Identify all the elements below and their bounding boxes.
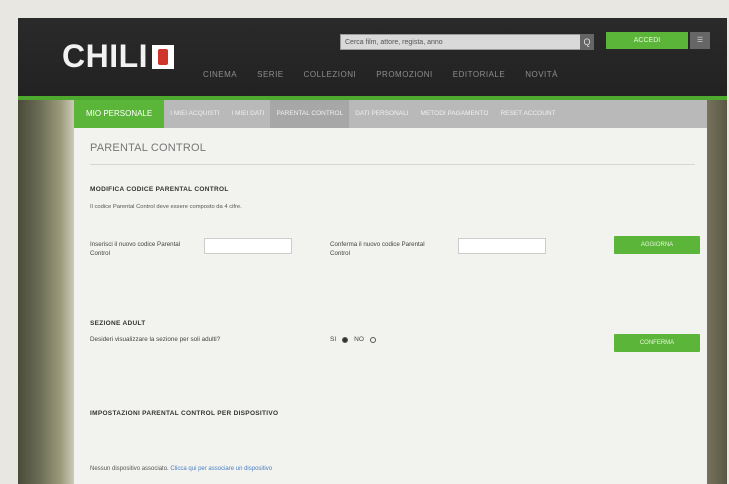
radio-no-label: NO xyxy=(354,336,364,343)
confirm-button[interactable]: CONFERMA xyxy=(614,334,700,352)
divider xyxy=(90,164,695,165)
new-code-input[interactable] xyxy=(204,238,292,254)
nav-item-editoriale[interactable]: EDITORIALE xyxy=(453,70,505,79)
parental-control-panel: PARENTAL CONTROL MODIFICA CODICE PARENTA… xyxy=(74,128,707,484)
tab-mio-personale[interactable]: MIO PERSONALE xyxy=(74,100,165,128)
radio-no[interactable] xyxy=(369,336,376,343)
tab-dati[interactable]: I MIEI DATI xyxy=(225,100,270,128)
associate-device-link[interactable]: Clicca qui per associare un dispositivo xyxy=(170,466,272,472)
search-icon[interactable]: Q xyxy=(580,34,594,50)
menu-icon[interactable]: ☰ xyxy=(690,32,710,49)
chili-logo[interactable]: CHILI xyxy=(62,38,175,75)
new-code-label: Inserisci il nuovo codice Parental Contr… xyxy=(90,241,181,257)
nav-item-promozioni[interactable]: PROMOZIONI xyxy=(376,70,433,79)
radio-yes-label: SI xyxy=(330,336,337,343)
tab-reset-account[interactable]: RESET ACCOUNT xyxy=(494,100,561,128)
devices-footer: Nessun dispositivo associato. Clicca qui… xyxy=(90,466,272,472)
tab-metodi-pagamento[interactable]: METODI PAGAMENTO xyxy=(415,100,495,128)
section-heading-adult: SEZIONE ADULT xyxy=(90,320,146,327)
login-button[interactable]: ACCEDI xyxy=(606,32,688,49)
tab-parental-control[interactable]: PARENTAL CONTROL xyxy=(270,100,350,128)
nav-item-serie[interactable]: SERIE xyxy=(257,70,284,79)
devices-footer-text: Nessun dispositivo associato. xyxy=(90,466,169,472)
section-heading-change-code: MODIFICA CODICE PARENTAL CONTROL xyxy=(90,186,229,193)
logo-mark-icon xyxy=(152,44,175,69)
top-bar: CHILI Cerca film, attore, regista, anno … xyxy=(18,18,727,96)
radio-yes[interactable] xyxy=(342,336,349,343)
adult-question: Desideri visualizzare la sezione per sol… xyxy=(90,336,221,343)
browser-frame: CHILI Cerca film, attore, regista, anno … xyxy=(18,18,727,484)
tab-dati-personali[interactable]: DATI PERSONALI xyxy=(349,100,414,128)
confirm-code-input[interactable] xyxy=(458,238,546,254)
nav-item-collezioni[interactable]: COLLEZIONI xyxy=(304,70,357,79)
main-nav: CINEMA SERIE COLLEZIONI PROMOZIONI EDITO… xyxy=(203,70,558,79)
account-tabs: MIO PERSONALE I MIEI ACQUISTI I MIEI DAT… xyxy=(74,100,707,128)
confirm-code-label: Conferma il nuovo codice Parental Contro… xyxy=(330,241,425,257)
nav-item-cinema[interactable]: CINEMA xyxy=(203,70,237,79)
logo-text: CHILI xyxy=(62,38,149,74)
update-button[interactable]: AGGIORNA xyxy=(614,236,700,254)
section-heading-devices: IMPOSTAZIONI PARENTAL CONTROL PER DISPOS… xyxy=(90,410,279,417)
adult-radio-group: SI NO xyxy=(330,336,376,343)
code-note: Il codice Parental Control deve essere c… xyxy=(90,204,242,210)
search-input[interactable]: Cerca film, attore, regista, anno xyxy=(340,34,584,50)
page-title: PARENTAL CONTROL xyxy=(90,142,207,154)
nav-item-novita[interactable]: NOVITÀ xyxy=(525,70,558,79)
tab-acquisti[interactable]: I MIEI ACQUISTI xyxy=(164,100,225,128)
